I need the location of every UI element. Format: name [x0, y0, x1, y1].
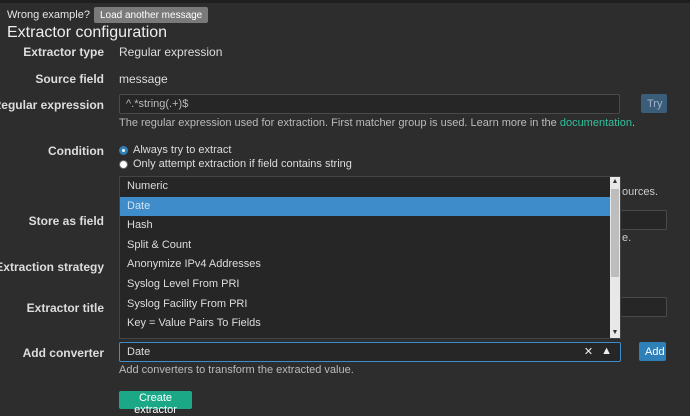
- add-converter-label: Add converter: [22, 346, 104, 360]
- converter-help: Add converters to transform the extracte…: [119, 364, 354, 376]
- dropdown-scrollbar[interactable]: ▲ ▼: [610, 177, 620, 338]
- regex-input[interactable]: ^.*string(.+)$: [119, 94, 620, 114]
- radio-checked-icon[interactable]: [119, 145, 128, 155]
- converter-option-anonymize-ipv4[interactable]: Anonymize IPv4 Addresses: [120, 255, 610, 275]
- converter-select-value: Date: [127, 346, 151, 358]
- extractor-type-value: Regular expression: [119, 45, 223, 59]
- regex-help-text: The regular expression used for extracti…: [119, 117, 557, 129]
- extractor-title-label: Extractor title: [26, 301, 104, 315]
- close-icon[interactable]: ✕: [584, 345, 593, 358]
- converter-option-syslog-level[interactable]: Syslog Level From PRI: [120, 275, 610, 295]
- caret-up-icon[interactable]: ▲: [601, 345, 612, 358]
- regex-help: The regular expression used for extracti…: [119, 117, 635, 129]
- scroll-up-arrow-icon[interactable]: ▲: [610, 177, 620, 187]
- scroll-down-arrow-icon[interactable]: ▼: [610, 328, 620, 338]
- field-hint-fragment: e.: [622, 232, 632, 244]
- source-field-value: message: [119, 72, 168, 86]
- condition-option-label: Always try to extract: [133, 144, 232, 156]
- converter-option-numeric[interactable]: Numeric: [120, 177, 610, 197]
- converter-option-syslog-facility[interactable]: Syslog Facility From PRI: [120, 295, 610, 315]
- load-another-message-button[interactable]: Load another message: [93, 7, 209, 23]
- wrong-example-text: Wrong example?: [7, 9, 90, 21]
- condition-option-contains[interactable]: Only attempt extraction if field contain…: [119, 158, 352, 170]
- condition-option-always[interactable]: Always try to extract: [119, 144, 231, 156]
- extractor-type-label: Extractor type: [23, 45, 104, 59]
- store-as-field-input[interactable]: [621, 210, 667, 230]
- converter-option-split-count[interactable]: Split & Count: [120, 236, 610, 256]
- sources-text-fragment: ources.: [622, 186, 659, 198]
- regex-label: Regular expression: [0, 98, 104, 112]
- add-converter-button[interactable]: Add: [639, 342, 666, 361]
- top-edge-bar: [0, 0, 690, 3]
- page-title: Extractor configuration: [7, 24, 168, 41]
- regex-help-end: .: [632, 117, 636, 129]
- source-field-label: Source field: [35, 72, 104, 86]
- converter-option-key-value[interactable]: Key = Value Pairs To Fields: [120, 314, 610, 334]
- extractor-title-input[interactable]: [621, 297, 667, 317]
- converter-dropdown-list[interactable]: Numeric Date Hash Split & Count Anonymiz…: [119, 176, 621, 339]
- scrollbar-thumb[interactable]: [611, 189, 619, 277]
- try-button[interactable]: Try: [641, 94, 667, 113]
- extraction-strategy-label: Extraction strategy: [0, 260, 104, 274]
- converter-option-date[interactable]: Date: [120, 196, 610, 217]
- condition-option-label: Only attempt extraction if field contain…: [133, 158, 352, 170]
- wrong-example-row: Wrong example? Load another message: [7, 7, 209, 23]
- condition-label: Condition: [48, 144, 104, 158]
- converter-option-hash[interactable]: Hash: [120, 216, 610, 236]
- create-extractor-button[interactable]: Create extractor: [119, 391, 192, 416]
- converter-select[interactable]: Date ✕ ▲: [119, 342, 621, 362]
- documentation-link[interactable]: documentation: [560, 117, 632, 129]
- radio-unchecked-icon[interactable]: [119, 159, 128, 169]
- store-as-field-label: Store as field: [28, 214, 104, 228]
